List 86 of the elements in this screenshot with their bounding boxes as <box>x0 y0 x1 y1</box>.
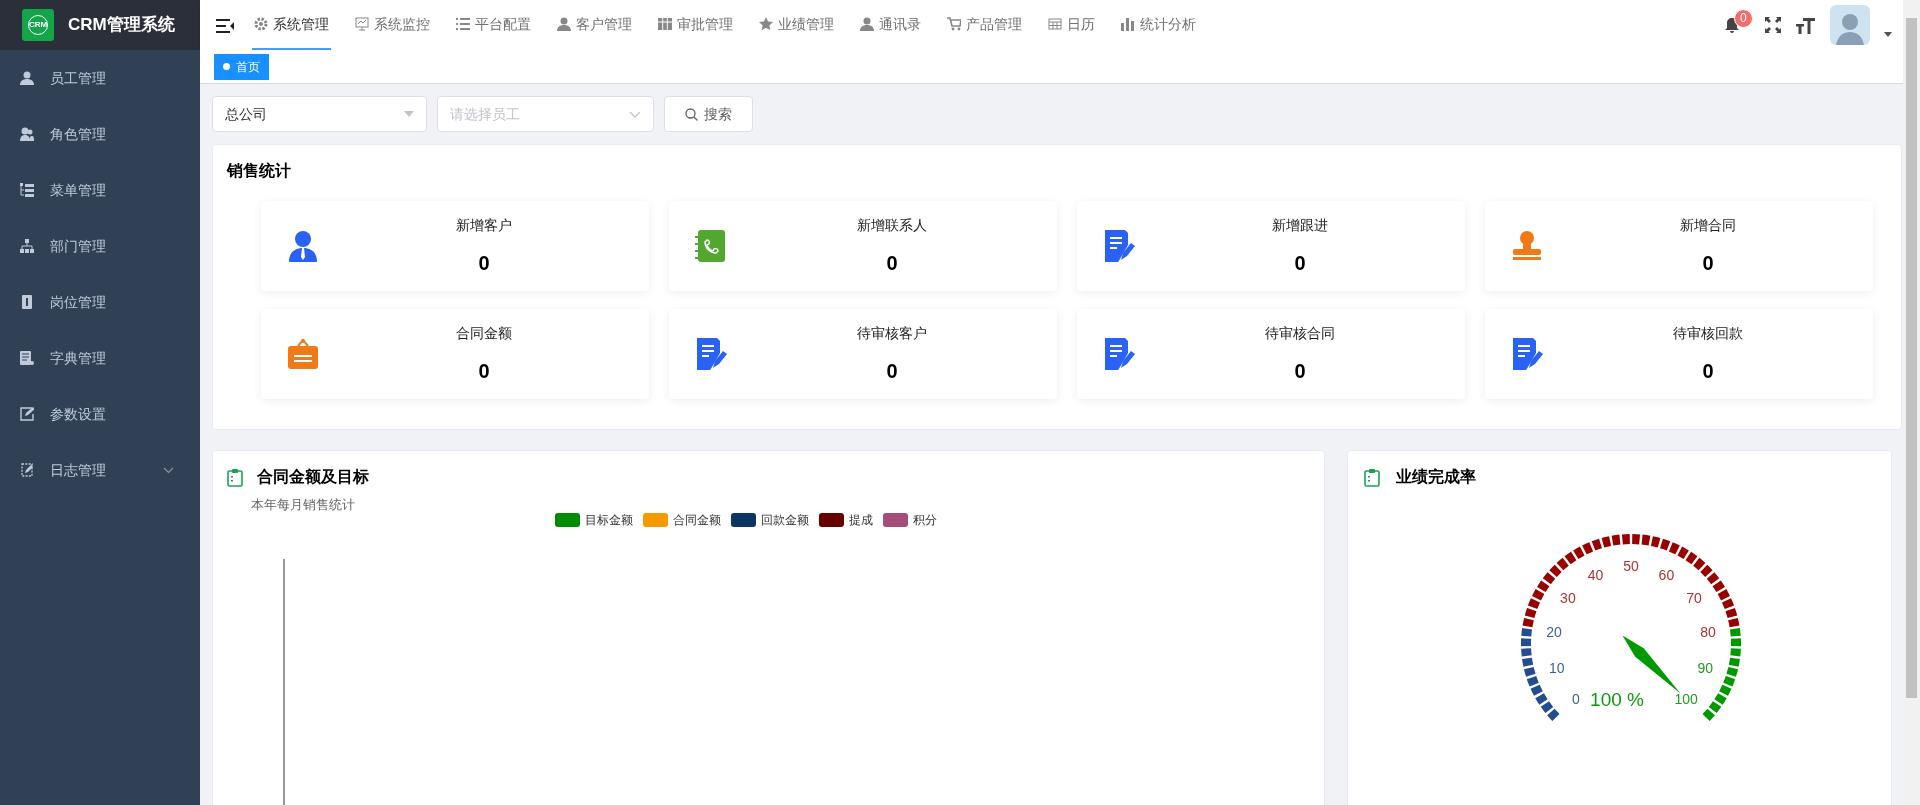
list-icon <box>20 183 34 197</box>
section-title: 合同金额及目标 <box>257 467 369 487</box>
stat-label: 待审核合同 <box>1265 323 1335 343</box>
search-button[interactable]: 搜索 <box>664 96 753 132</box>
hierarchy-icon <box>20 239 34 253</box>
nav-tab[interactable]: 统计分析 <box>1119 0 1198 50</box>
bell-icon[interactable] <box>1724 17 1740 35</box>
cart-icon <box>947 17 961 31</box>
nav-tab[interactable]: 系统监控 <box>353 0 432 50</box>
legend-label: 提成 <box>848 511 873 529</box>
stat-label: 新增客户 <box>456 215 512 235</box>
nav-tab[interactable]: 客户管理 <box>555 0 634 50</box>
sidebar-item[interactable]: 字典管理 <box>0 330 200 386</box>
nav-tab[interactable]: 日历 <box>1046 0 1097 50</box>
star-icon <box>759 17 773 31</box>
stat-label: 新增联系人 <box>857 215 927 235</box>
calendar-icon <box>1048 17 1062 31</box>
edit-icon <box>20 407 34 421</box>
stat-label: 待审核客户 <box>857 323 927 343</box>
grid-icon <box>658 17 672 31</box>
gauge-tick-label: 70 <box>1686 590 1702 607</box>
notification-count: 0 <box>1734 8 1753 28</box>
legend-label: 积分 <box>912 511 937 529</box>
gauge-tick-label: 40 <box>1587 566 1604 583</box>
stat-label: 新增合同 <box>1680 215 1736 235</box>
gauge-tick-label: 20 <box>1546 623 1562 640</box>
section-title: 业绩完成率 <box>1396 467 1476 487</box>
gauge-reading: 100 % <box>1590 689 1644 710</box>
font-size-icon[interactable] <box>1796 16 1816 34</box>
fullscreen-icon[interactable] <box>1764 16 1782 34</box>
nav-tab[interactable]: 平台配置 <box>454 0 533 50</box>
sidebar-item[interactable]: 日志管理 <box>0 442 200 498</box>
sidebar-item[interactable]: 岗位管理 <box>0 274 200 330</box>
monitor-icon <box>355 17 369 31</box>
stat-value: 0 <box>1294 250 1306 276</box>
stat-value: 0 <box>1294 358 1306 384</box>
stat-value: 0 <box>478 358 490 384</box>
clipboard-icon <box>1364 467 1380 487</box>
legend-label: 目标金额 <box>584 511 633 529</box>
stat-value: 0 <box>886 358 898 384</box>
stat-label: 待审核回款 <box>1673 323 1743 343</box>
gauge-tick-label: 60 <box>1658 566 1675 583</box>
gauge-tick-label: 90 <box>1697 660 1713 677</box>
menu-icon[interactable] <box>216 18 234 33</box>
gauge-tick-label: 100 <box>1674 691 1698 708</box>
edit-icon <box>20 463 34 477</box>
stat-value: 0 <box>886 250 898 276</box>
clipboard-icon <box>227 467 243 487</box>
stat-label: 合同金额 <box>456 323 512 343</box>
search-icon <box>685 107 698 121</box>
nav-tab[interactable]: 审批管理 <box>656 0 735 50</box>
gauge-tick-label: 0 <box>1571 691 1580 708</box>
company-select[interactable]: 总公司 <box>212 96 427 132</box>
people-icon <box>20 127 34 141</box>
stat-value: 0 <box>478 250 490 276</box>
sidebar-item[interactable]: 部门管理 <box>0 218 200 274</box>
stat-value: 0 <box>1702 358 1714 384</box>
sidebar-item[interactable]: 角色管理 <box>0 106 200 162</box>
badge-icon <box>20 295 34 309</box>
gauge-tick-label: 80 <box>1700 623 1716 640</box>
sidebar-item[interactable]: 员工管理 <box>0 50 200 106</box>
person-icon <box>860 17 874 31</box>
gauge-tick-label: 50 <box>1623 558 1639 574</box>
gauge-tick-label: 10 <box>1549 660 1565 677</box>
bar-chart-icon <box>1121 17 1135 31</box>
legend-label: 合同金额 <box>672 511 721 529</box>
gauge-tick-label: 30 <box>1560 590 1576 607</box>
nav-tab[interactable]: 产品管理 <box>945 0 1024 50</box>
sidebar-item[interactable]: 菜单管理 <box>0 162 200 218</box>
book-icon <box>20 351 34 365</box>
scrollbar[interactable] <box>1903 0 1920 805</box>
stat-value: 0 <box>1702 250 1714 276</box>
section-title: 销售统计 <box>227 161 292 181</box>
gear-icon <box>254 17 268 31</box>
app-title: CRM管理系统 <box>68 14 175 37</box>
caret-icon[interactable] <box>1884 31 1892 37</box>
chart-subtitle: 本年每月销售统计 <box>250 496 356 514</box>
logo-icon: CRM <box>22 9 54 41</box>
nav-tab[interactable]: 业绩管理 <box>757 0 836 50</box>
person-icon <box>20 71 34 85</box>
list-icon <box>456 17 470 31</box>
sidebar-item[interactable]: 参数设置 <box>0 386 200 442</box>
stat-label: 新增跟进 <box>1272 215 1328 235</box>
person-icon <box>557 17 571 31</box>
nav-tab[interactable]: 通讯录 <box>858 0 923 50</box>
legend-label: 回款金额 <box>760 511 809 529</box>
